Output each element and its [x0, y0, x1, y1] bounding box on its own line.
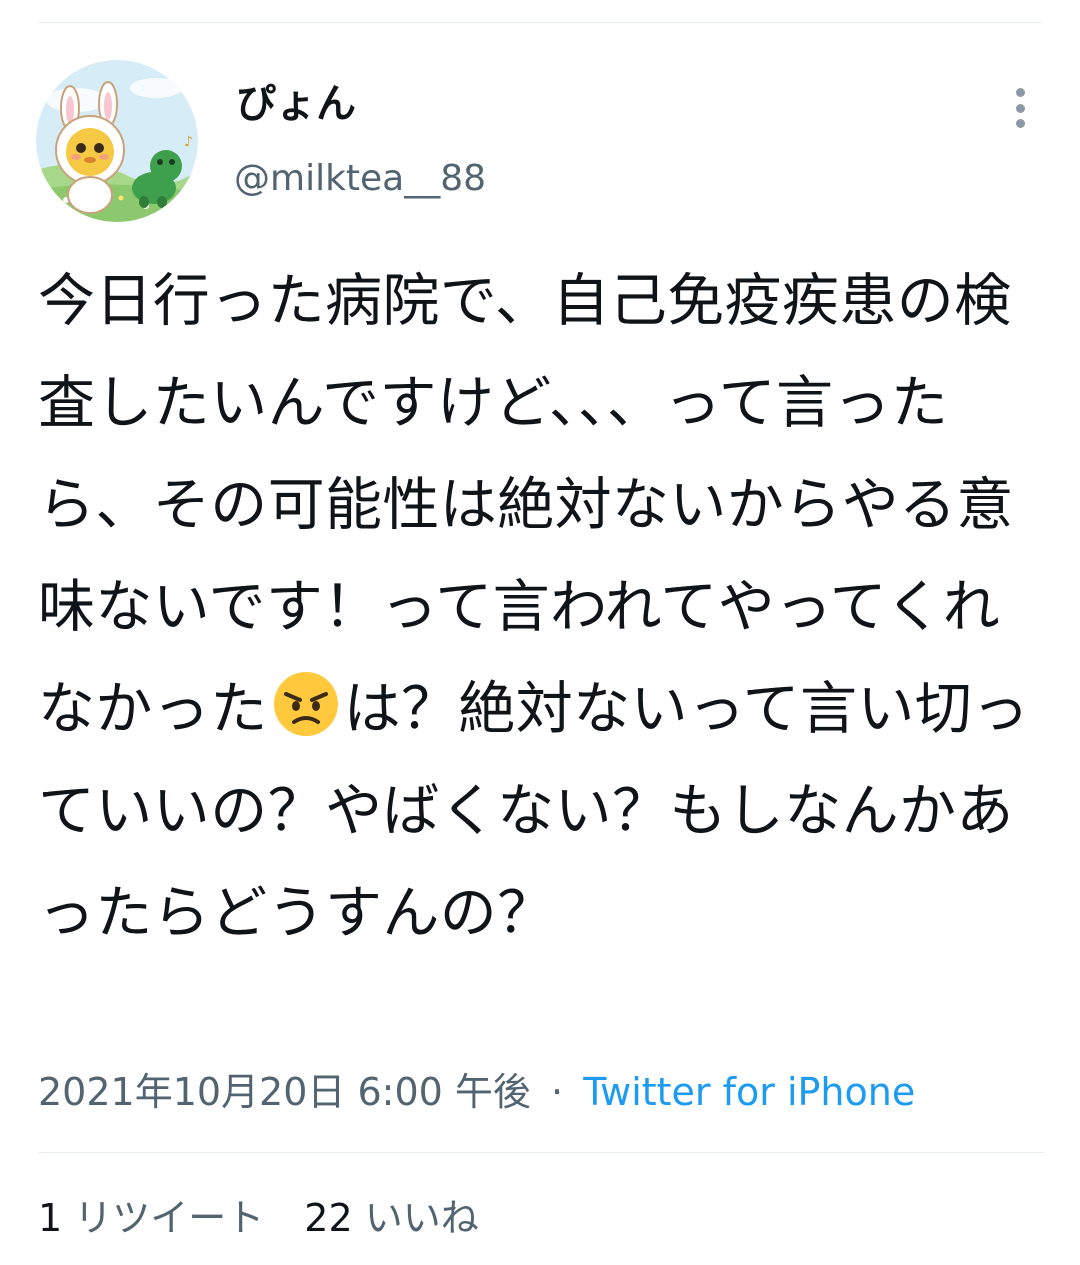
likes-label: いいね [364, 1196, 479, 1240]
tweet-stats: 1 リツイート 22 いいね [38, 1192, 479, 1244]
likes-stat[interactable]: 22 いいね [304, 1196, 478, 1240]
display-name[interactable]: ぴょん [236, 78, 356, 130]
more-options-button[interactable] [1000, 86, 1040, 130]
more-options-icon [1015, 88, 1025, 97]
user-handle[interactable]: @milktea__88 [234, 155, 486, 203]
tweet-text-part1: 今日行った病院で、自己免疫疾患の検査したいんですけど、、、って言ったら、その可能… [38, 268, 1014, 742]
stats-divider [38, 1152, 1044, 1153]
svg-text:♪: ♪ [184, 134, 193, 150]
angry-face-icon [273, 672, 338, 736]
avatar[interactable]: ♪ [36, 60, 198, 222]
retweets-count: 1 [38, 1196, 63, 1240]
tweet-meta: 2021年10月20日 6:00 午後 · Twitter for iPhone [38, 1064, 915, 1120]
tweet-timestamp[interactable]: 2021年10月20日 6:00 午後 [38, 1070, 531, 1114]
more-options-icon-dot [1015, 119, 1025, 128]
avatar-image: ♪ [36, 60, 198, 222]
likes-count: 22 [304, 1196, 353, 1240]
retweets-stat[interactable]: 1 リツイート [38, 1196, 264, 1240]
tweet-source-link[interactable]: Twitter for iPhone [583, 1070, 915, 1114]
meta-separator: · [551, 1070, 564, 1114]
top-divider [38, 22, 1042, 23]
more-options-icon-dot [1015, 103, 1025, 113]
tweet-text: 今日行った病院で、自己免疫疾患の検査したいんですけど、、、って言ったら、その可能… [38, 250, 1048, 964]
retweets-label: リツイート [74, 1196, 265, 1240]
